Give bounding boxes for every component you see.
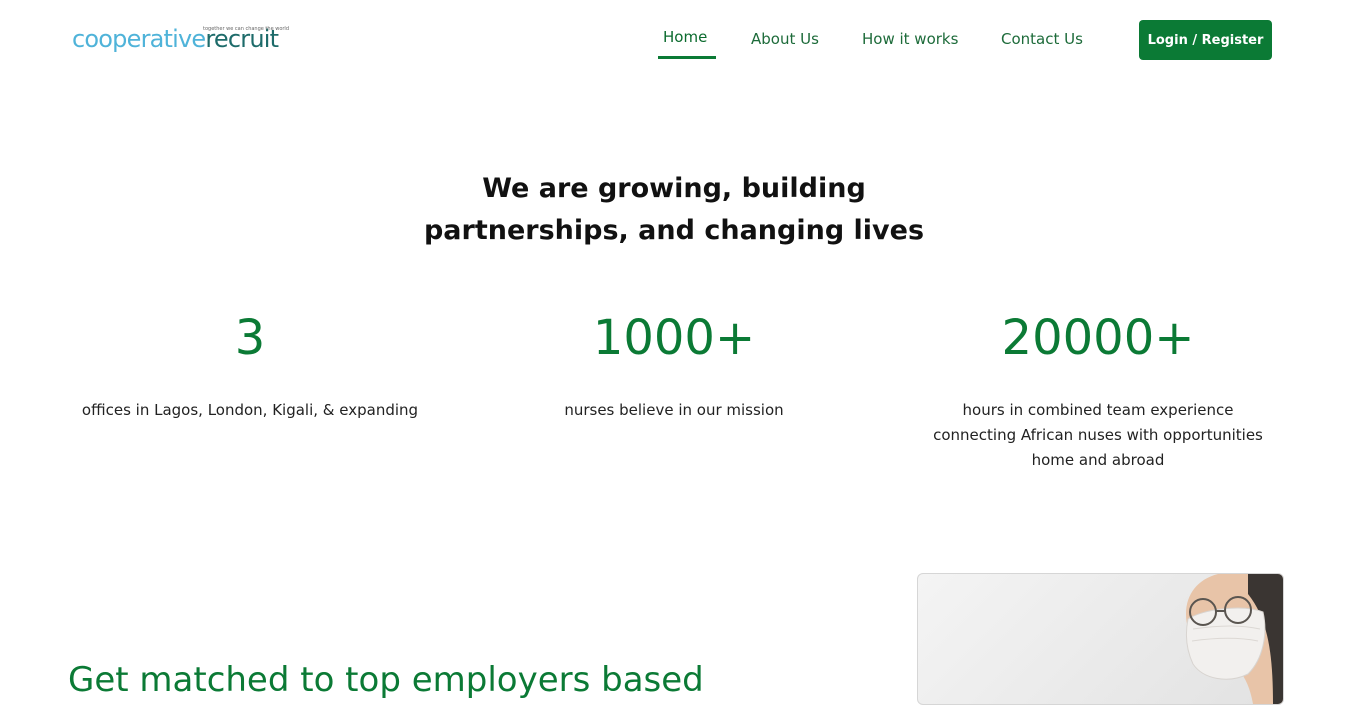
stat-hours-text-line3: home and abroad bbox=[1031, 451, 1165, 469]
site-header: cooperativerecruit together we can chang… bbox=[0, 0, 1349, 80]
headline-line1: We are growing, building bbox=[482, 173, 866, 204]
nav-active-indicator bbox=[658, 56, 716, 59]
headline-line2: partnerships, and changing lives bbox=[423, 215, 925, 246]
nurse-photo-illustration bbox=[1185, 574, 1283, 704]
nurse-photo bbox=[917, 573, 1284, 705]
stat-hours-text-line1: hours in combined team experience bbox=[962, 401, 1234, 419]
nav-about-us[interactable]: About Us bbox=[751, 30, 819, 48]
stat-nurses-value: 1000+ bbox=[592, 310, 756, 366]
stat-hours-value: 20000+ bbox=[1001, 310, 1195, 366]
login-register-button[interactable]: Login / Register bbox=[1139, 20, 1272, 60]
brand-name-part1: cooperative bbox=[72, 25, 206, 53]
stat-offices-value: 3 bbox=[234, 310, 266, 366]
nav-home[interactable]: Home bbox=[663, 28, 707, 46]
nav-contact-us[interactable]: Contact Us bbox=[1001, 30, 1083, 48]
stat-hours-text: hours in combined team experience connec… bbox=[898, 398, 1298, 473]
section-headline: We are growing, building partnerships, a… bbox=[374, 168, 974, 252]
stat-hours-text-line2: connecting African nuses with opportunit… bbox=[933, 426, 1263, 444]
stat-nurses-text: nurses believe in our mission bbox=[564, 401, 784, 419]
nav-how-it-works[interactable]: How it works bbox=[862, 30, 958, 48]
stat-offices-text: offices in Lagos, London, Kigali, & expa… bbox=[81, 401, 419, 419]
brand-logo[interactable]: cooperativerecruit together we can chang… bbox=[72, 24, 312, 54]
brand-tagline: together we can change the world bbox=[203, 26, 289, 32]
section2-title: Get matched to top employers based bbox=[68, 660, 704, 700]
